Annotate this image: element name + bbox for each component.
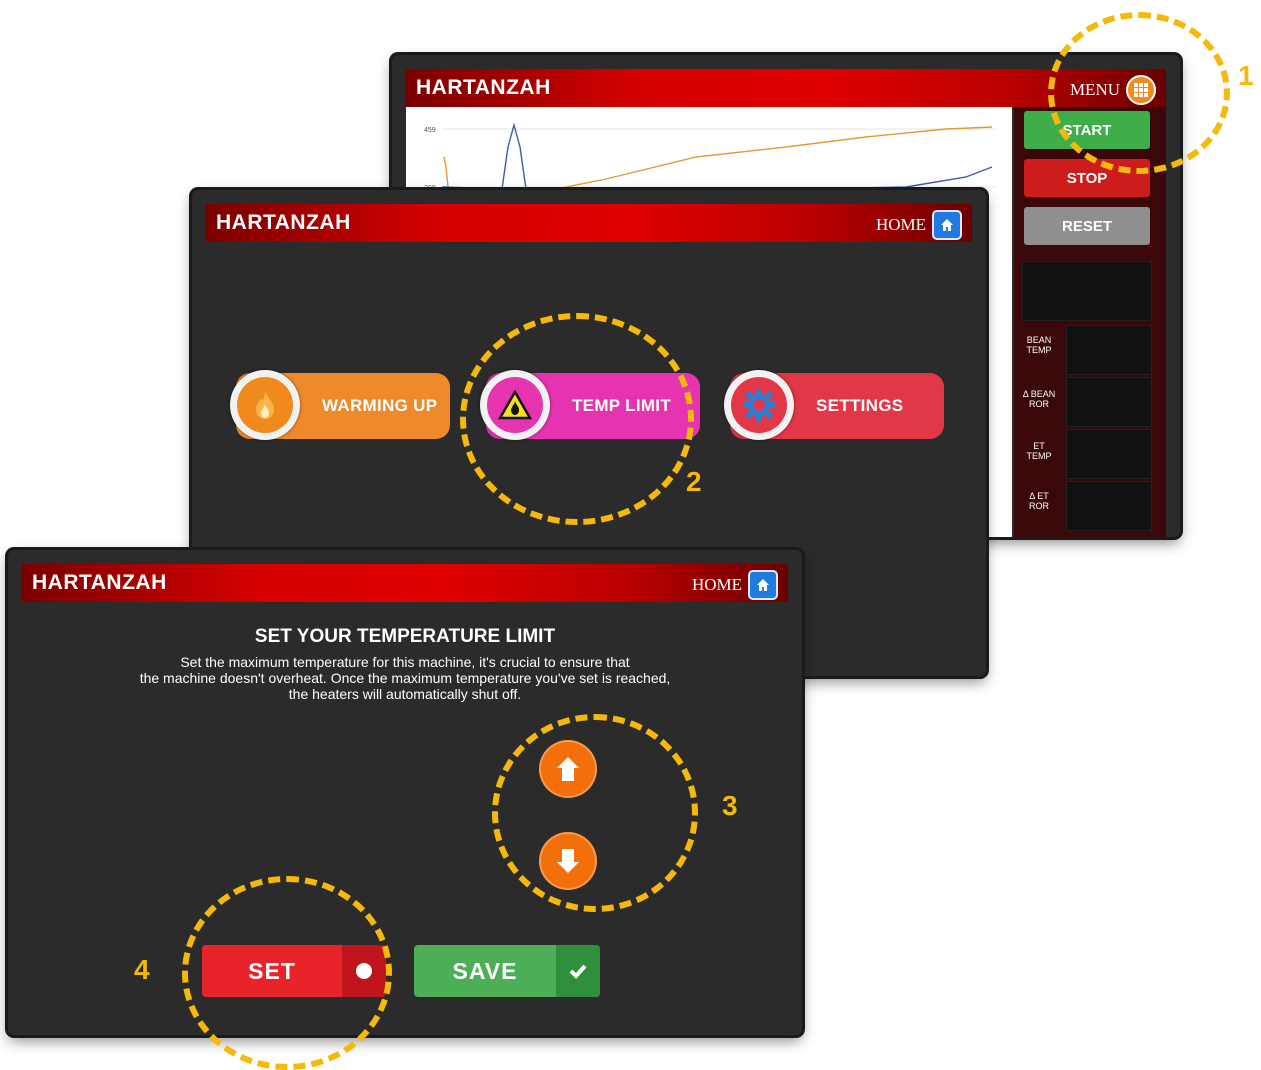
annotation-ring-4	[182, 876, 392, 1070]
home-label: HOME	[691, 575, 742, 594]
warming-up-label: WARMING UP	[322, 396, 438, 415]
settings-icon-ring	[724, 370, 794, 440]
bean-ror-readout	[1066, 377, 1152, 427]
home-icon	[748, 570, 778, 600]
flame-icon	[237, 377, 293, 433]
home-icon	[932, 210, 962, 240]
page-title: SET YOUR TEMPERATURE LIMIT	[254, 626, 556, 647]
home-button[interactable]: HOME	[876, 210, 962, 240]
save-button[interactable]: SAVE	[414, 945, 600, 997]
annotation-ring-3	[492, 714, 698, 912]
save-label: SAVE	[452, 957, 518, 984]
home-label: HOME	[875, 215, 926, 234]
annotation-number-3: 3	[722, 790, 738, 821]
title-bar: HARTANZAH HOME	[22, 564, 788, 602]
readout-panel	[1022, 261, 1152, 321]
page-description: Set the maximum temperature for this mac…	[139, 654, 671, 702]
brand-title: HARTANZAH	[32, 571, 167, 594]
title-bar: HARTANZAH HOME	[206, 204, 972, 242]
checkmark-icon	[556, 945, 600, 997]
annotation-ring-2	[460, 313, 694, 525]
brand-title: HARTANZAH	[216, 211, 351, 234]
bean-temp-readout	[1066, 325, 1152, 375]
warming-up-icon-ring	[230, 370, 300, 440]
home-button[interactable]: HOME	[692, 570, 778, 600]
ror-curve	[441, 122, 993, 192]
chart-tick-label: 459	[424, 127, 436, 134]
annotation-ring-1	[1048, 12, 1230, 174]
annotation-number-4: 4	[134, 954, 150, 985]
annotation-number-1: 1	[1238, 60, 1254, 91]
warming-up-button[interactable]: WARMING UP	[230, 370, 450, 440]
brand-title: HARTANZAH	[416, 76, 551, 99]
et-ror-label: Δ ET ROR	[1029, 491, 1049, 511]
et-ror-readout	[1066, 481, 1152, 531]
et-temp-readout	[1066, 429, 1152, 479]
settings-button[interactable]: SETTINGS	[724, 370, 944, 440]
settings-label: SETTINGS	[816, 396, 904, 415]
bean-ror-label: Δ BEAN ROR	[1022, 389, 1056, 409]
reset-button[interactable]: RESET	[1024, 207, 1150, 245]
bean-temp-label: BEAN TEMP	[1026, 335, 1052, 355]
annotation-number-2: 2	[686, 466, 702, 497]
gear-icon	[731, 377, 787, 433]
et-temp-label: ET TEMP	[1026, 441, 1052, 461]
